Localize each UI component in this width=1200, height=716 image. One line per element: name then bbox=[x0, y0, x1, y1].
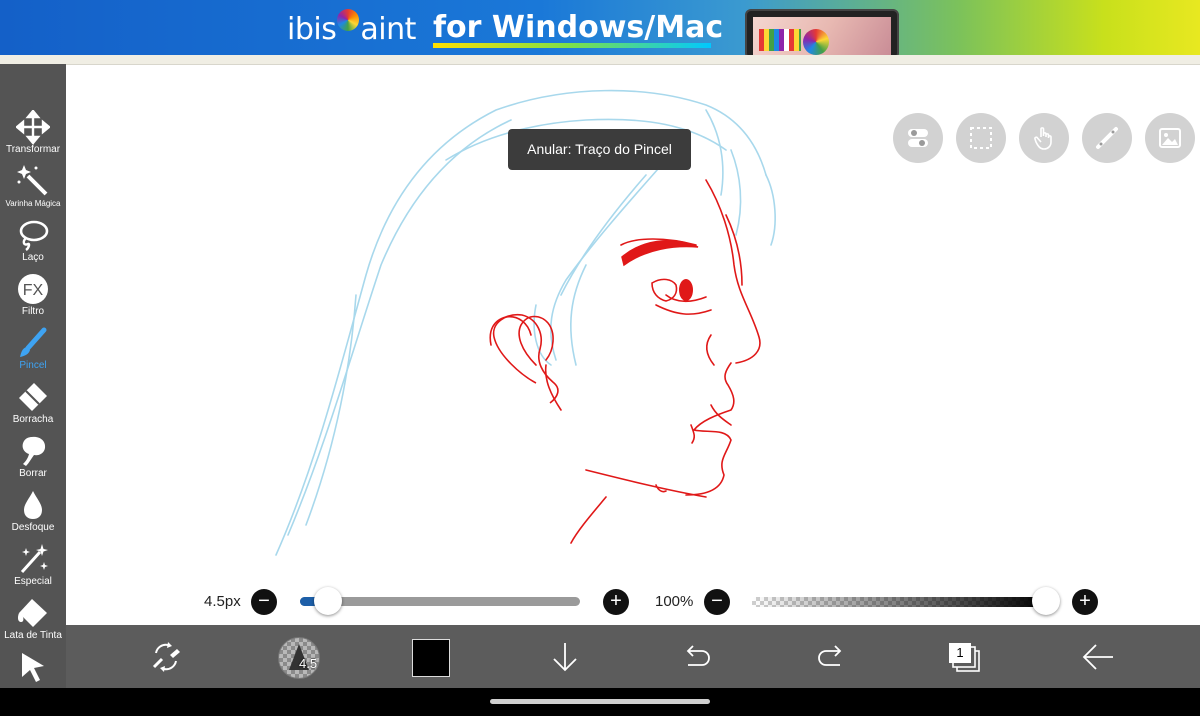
ruler-button[interactable] bbox=[1082, 113, 1132, 163]
tool-especial[interactable]: Especial bbox=[0, 542, 66, 595]
ad-banner[interactable]: ibis aint for Windows/Mac bbox=[0, 0, 1200, 55]
tool-selecao[interactable] bbox=[0, 650, 66, 688]
drawing-canvas[interactable]: Anular: Traço do Pincel 4.5px − + 100% −… bbox=[66, 65, 1200, 625]
size-slider-thumb[interactable] bbox=[314, 587, 342, 615]
undo-tooltip: Anular: Traço do Pincel bbox=[508, 129, 691, 170]
gesture-handle[interactable] bbox=[490, 699, 710, 704]
brush-preview-button[interactable]: 4.5 bbox=[278, 637, 320, 679]
canvas-ruler bbox=[0, 55, 1200, 65]
hand-touch-icon bbox=[1034, 127, 1052, 150]
toggle-icon bbox=[908, 129, 928, 147]
opacity-slider-thumb[interactable] bbox=[1032, 587, 1060, 615]
bottom-toolbar: 4.5 1 bbox=[66, 625, 1200, 688]
image-button[interactable] bbox=[1145, 113, 1195, 163]
current-color-swatch[interactable] bbox=[412, 639, 450, 677]
tool-varinha-magica[interactable]: Varinha Mágica bbox=[0, 164, 66, 217]
size-decrease-button[interactable]: − bbox=[251, 589, 277, 615]
opacity-slider[interactable] bbox=[752, 597, 1046, 607]
undo-icon bbox=[686, 645, 710, 666]
banner-logo: ibis aint bbox=[287, 9, 416, 47]
swap-brush-eraser-icon bbox=[152, 642, 180, 672]
color-wheel-icon bbox=[337, 9, 360, 31]
brush-size-slider[interactable] bbox=[300, 597, 580, 606]
arrow-down-icon bbox=[553, 643, 577, 672]
magic-wand-icon bbox=[17, 165, 48, 196]
smudge-icon bbox=[22, 436, 46, 466]
fx-filter-icon: FX bbox=[18, 274, 48, 304]
tool-filtro[interactable]: FX Filtro bbox=[0, 272, 66, 325]
banner-tagline: for Windows/Mac bbox=[433, 10, 724, 45]
size-increase-button[interactable]: + bbox=[603, 589, 629, 615]
svg-text:FX: FX bbox=[23, 282, 44, 299]
ruler-icon bbox=[1096, 127, 1118, 149]
brush-icon bbox=[20, 327, 47, 357]
paint-bucket-icon bbox=[17, 599, 47, 627]
tool-borracha[interactable]: Borracha bbox=[0, 380, 66, 433]
tool-borrar[interactable]: Borrar bbox=[0, 434, 66, 487]
redo-icon bbox=[818, 645, 842, 666]
brush-size-value: 4.5px bbox=[204, 593, 241, 610]
opacity-increase-button[interactable]: + bbox=[1072, 589, 1098, 615]
opacity-value: 100% bbox=[655, 593, 694, 610]
select-arrow-icon bbox=[22, 653, 44, 682]
tablet-illustration bbox=[745, 9, 899, 55]
arrow-left-icon bbox=[1082, 644, 1113, 670]
eraser-icon bbox=[19, 383, 47, 411]
toggle-button[interactable] bbox=[893, 113, 943, 163]
tool-transformar[interactable]: Transformar bbox=[0, 110, 66, 163]
system-nav-bar bbox=[0, 688, 1200, 716]
blur-drop-icon bbox=[24, 491, 42, 519]
tool-pincel[interactable]: Pincel bbox=[0, 326, 66, 379]
banner-underline bbox=[433, 43, 711, 48]
tool-desfoque[interactable]: Desfoque bbox=[0, 488, 66, 541]
selection-button[interactable] bbox=[956, 113, 1006, 163]
tool-laco[interactable]: Laço bbox=[0, 218, 66, 271]
move-arrows-icon bbox=[16, 110, 50, 144]
image-icon bbox=[1159, 128, 1181, 148]
lasso-icon bbox=[19, 220, 49, 251]
tool-sidebar: Transformar Varinha Mágica Laço FX Filtr… bbox=[0, 64, 66, 688]
layer-count: 1 bbox=[956, 645, 964, 660]
special-sparkle-icon bbox=[20, 544, 48, 574]
tool-lata-de-tinta[interactable]: Lata de Tinta bbox=[0, 596, 66, 649]
selection-icon bbox=[970, 127, 992, 149]
opacity-decrease-button[interactable]: − bbox=[704, 589, 730, 615]
brush-preview-size: 4.5 bbox=[299, 656, 318, 671]
touch-button[interactable] bbox=[1019, 113, 1069, 163]
